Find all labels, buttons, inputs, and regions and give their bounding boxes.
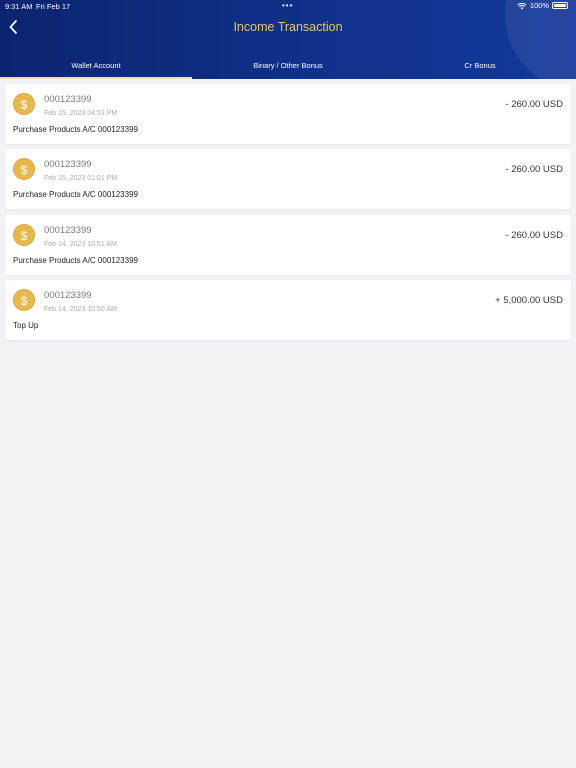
account-number: 000123399 [44,94,92,105]
transaction-amount: - 260.00 USD [505,99,563,110]
multitasking-dots[interactable]: ••• [282,1,293,10]
dollar-coin-icon: $ [13,158,35,181]
tab-bar: Wallet Account Binary / Other Bonus Cr B… [0,56,576,79]
account-number: 000123399 [44,290,92,302]
transaction-amount: - 260.00 USD [505,229,563,241]
page-title: Income Transaction [233,20,343,34]
transaction-date: Feb 15, 2023 04:53 PM [44,110,118,117]
wifi-icon [517,2,527,9]
dollar-coin-icon: $ [13,289,35,312]
status-bar: 9:31 AM Fri Feb 17 ••• 100% [0,0,576,12]
battery-percent: 100% [529,1,549,10]
account-number: 000123399 [44,159,92,171]
header: 9:31 AM Fri Feb 17 ••• 100% Income Trans… [0,0,576,79]
transaction-description: Purchase Products A/C 000123399 [13,125,138,134]
tab-cr-bonus[interactable]: Cr Bonus [384,56,576,79]
transaction-date: Feb 15, 2023 01:01 PM [44,175,118,183]
transaction-description: Top Up [13,321,39,331]
transaction-description: Purchase Products A/C 000123399 [13,255,138,265]
account-number: 000123399 [44,224,92,236]
transaction-card[interactable]: $ 000123399 Feb 15, 2023 01:01 PM Purcha… [5,149,571,210]
status-right: 100% [517,1,568,10]
transaction-date: Feb 14, 2023 10:50 AM [44,306,117,314]
transaction-description: Purchase Products A/C 000123399 [13,190,138,200]
transaction-card[interactable]: $ 000123399 Feb 14, 2023 10:51 AM Purcha… [5,214,571,275]
tab-binary-other-bonus[interactable]: Binary / Other Bonus [192,56,384,79]
transaction-list: $ 000123399 Feb 15, 2023 04:53 PM Purcha… [5,84,571,346]
transaction-date: Feb 14, 2023 10:51 AM [44,240,117,248]
tab-wallet-account[interactable]: Wallet Account [0,56,192,79]
dollar-coin-icon: $ [13,223,35,246]
status-time: 9:31 AM [5,2,33,11]
status-date: Fri Feb 17 [36,2,71,11]
transaction-amount: - 260.00 USD [505,164,563,176]
transaction-card[interactable]: $ 000123399 Feb 15, 2023 04:53 PM Purcha… [5,84,571,144]
transaction-card[interactable]: $ 000123399 Feb 14, 2023 10:50 AM Top Up… [5,280,571,341]
transaction-amount: + 5,000.00 USD [495,295,563,307]
battery-icon [552,2,568,9]
dollar-coin-icon: $ [13,93,35,115]
